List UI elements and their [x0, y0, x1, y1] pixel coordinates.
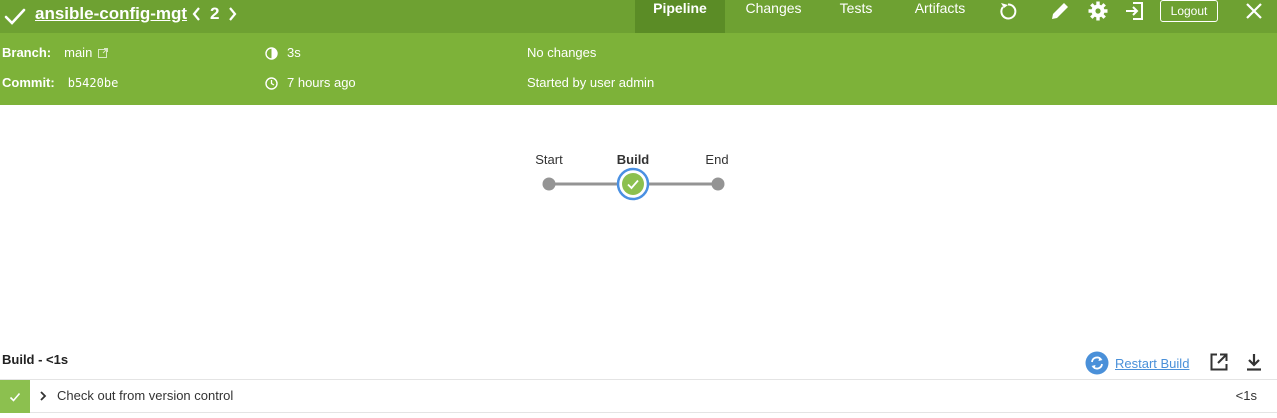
edit-pencil-icon[interactable] — [1049, 0, 1071, 22]
step-duration: <1s — [1235, 388, 1257, 403]
run-number: 2 — [210, 4, 220, 23]
commit-label: Commit: — [2, 75, 55, 90]
settings-gear-icon[interactable] — [1087, 0, 1109, 22]
expand-chevron-icon[interactable] — [38, 391, 48, 401]
exit-to-classic-icon[interactable] — [1124, 0, 1146, 22]
tab-tests[interactable]: Tests — [822, 0, 890, 33]
start-node — [542, 177, 556, 191]
branch-link[interactable]: main — [64, 44, 92, 62]
time-info: 7 hours ago — [265, 74, 356, 92]
stage-label-start: Start — [535, 152, 563, 167]
tab-artifacts[interactable]: Artifacts — [890, 0, 990, 33]
tab-changes[interactable]: Changes — [725, 0, 822, 33]
close-icon[interactable] — [1243, 0, 1265, 22]
top-bar: ansible-config-mgt 2 Pipeline Changes Te… — [0, 0, 1277, 33]
stage-label-build[interactable]: Build — [617, 152, 650, 167]
step-row[interactable]: Check out from version control <1s — [0, 379, 1277, 413]
pipeline-graph: Start Build End — [0, 105, 1277, 350]
commit-hash[interactable]: b5420be — [68, 74, 119, 92]
pipeline-graph-svg — [542, 167, 725, 201]
run-name-link[interactable]: ansible-config-mgt — [35, 2, 187, 26]
tab-bar: Pipeline Changes Tests Artifacts — [635, 0, 990, 33]
success-check-icon — [4, 8, 26, 25]
rerun-icon[interactable] — [997, 0, 1019, 22]
duration-icon — [265, 46, 278, 60]
duration-value: 3s — [287, 45, 301, 60]
check-icon — [9, 392, 21, 402]
logout-button[interactable]: Logout — [1160, 0, 1218, 22]
open-external-icon[interactable] — [1209, 352, 1229, 372]
restart-icon[interactable] — [1085, 351, 1109, 375]
restart-build-label[interactable]: Restart Build — [1115, 356, 1189, 371]
time-ago-value: 7 hours ago — [287, 75, 356, 90]
next-run-icon[interactable] — [225, 5, 239, 23]
branch-info: Branch: main — [2, 44, 109, 62]
run-navigation: 2 — [190, 2, 239, 26]
restart-build-button[interactable]: Restart Build — [1085, 351, 1189, 375]
branch-label: Branch: — [2, 45, 52, 60]
download-icon[interactable] — [1244, 352, 1264, 372]
stage-label-end: End — [705, 152, 729, 167]
changes-info: No changes — [527, 45, 597, 60]
external-link-icon[interactable] — [98, 48, 109, 58]
commit-info: Commit: b5420be — [2, 74, 118, 92]
steps-header: Build - <1s Restart Build — [0, 350, 1277, 375]
clock-icon — [265, 76, 278, 90]
step-name: Check out from version control — [57, 388, 234, 403]
duration-info: 3s — [265, 44, 301, 62]
stage-steps-title: Build - <1s — [2, 352, 69, 367]
previous-run-icon[interactable] — [190, 5, 204, 23]
run-details-bar: Branch: main Commit: b5420be 3s 7 hours … — [0, 33, 1277, 105]
step-status-success — [0, 380, 30, 413]
tab-pipeline[interactable]: Pipeline — [635, 0, 725, 33]
started-by-info: Started by user admin — [527, 75, 655, 90]
end-node — [711, 177, 725, 191]
build-stage-node[interactable] — [616, 167, 650, 201]
